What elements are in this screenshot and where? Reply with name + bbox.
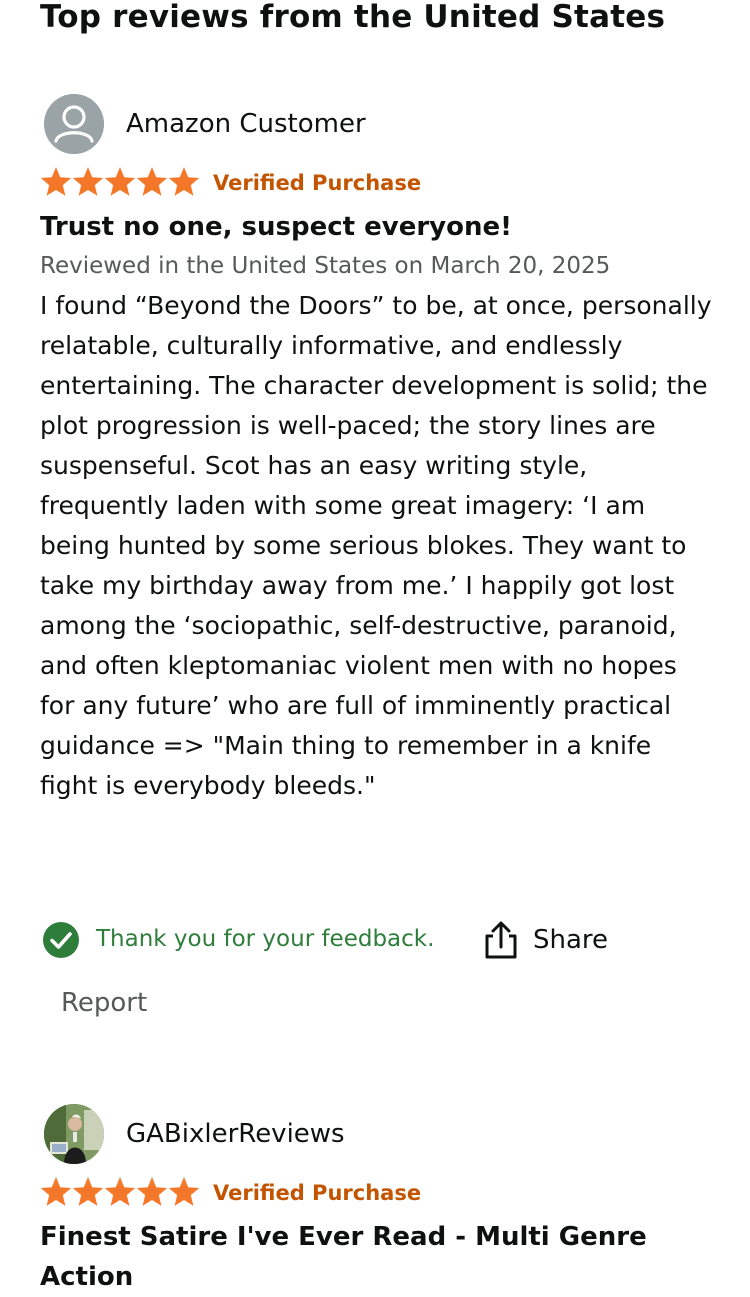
reviewer-photo [44, 1104, 104, 1164]
star-icon [40, 167, 72, 196]
star-icon [168, 1177, 200, 1206]
star-icon [136, 1177, 168, 1206]
reviewer-profile[interactable]: GABixlerReviews [44, 1104, 694, 1164]
share-icon [485, 921, 517, 959]
reviewer-profile[interactable]: Amazon Customer [44, 94, 694, 154]
review-card: GABixlerReviews Verified Purchase Finest… [0, 1104, 750, 1294]
star-icon [136, 167, 168, 196]
verified-purchase-badge: Verified Purchase [213, 1181, 422, 1205]
rating-row: Verified Purchase [40, 1176, 690, 1210]
default-profile-icon [44, 94, 104, 154]
feedback-confirmation: Thank you for your feedback. [96, 926, 435, 952]
star-icon [104, 1177, 136, 1206]
review-title: Trust no one, suspect everyone! [40, 212, 512, 242]
star-icon [72, 1177, 104, 1206]
star-rating[interactable] [40, 166, 202, 198]
review-title: Finest Satire I've Ever Read - Multi Gen… [40, 1222, 647, 1292]
star-icon [168, 167, 200, 196]
reviewer-name: GABixlerReviews [126, 1119, 345, 1149]
check-circle-icon [43, 922, 79, 958]
share-label: Share [533, 925, 609, 955]
review-date: Reviewed in the United States on March 2… [40, 253, 611, 279]
section-title: Top reviews from the United States [40, 0, 666, 35]
star-icon [40, 1177, 72, 1206]
review-body: I found “Beyond the Doors” to be, at onc… [40, 291, 712, 800]
share-button[interactable]: Share [484, 919, 634, 963]
reviewer-name: Amazon Customer [126, 109, 366, 139]
verified-purchase-badge: Verified Purchase [213, 171, 422, 195]
star-rating[interactable] [40, 1176, 202, 1208]
rating-row: Verified Purchase [40, 166, 690, 200]
review-card: Amazon Customer Verified Purchase Trust … [0, 94, 750, 1064]
star-icon [104, 167, 136, 196]
feedback-row: Thank you for your feedback. Share [42, 919, 702, 963]
star-icon [72, 167, 104, 196]
report-link[interactable]: Report [61, 986, 147, 1020]
